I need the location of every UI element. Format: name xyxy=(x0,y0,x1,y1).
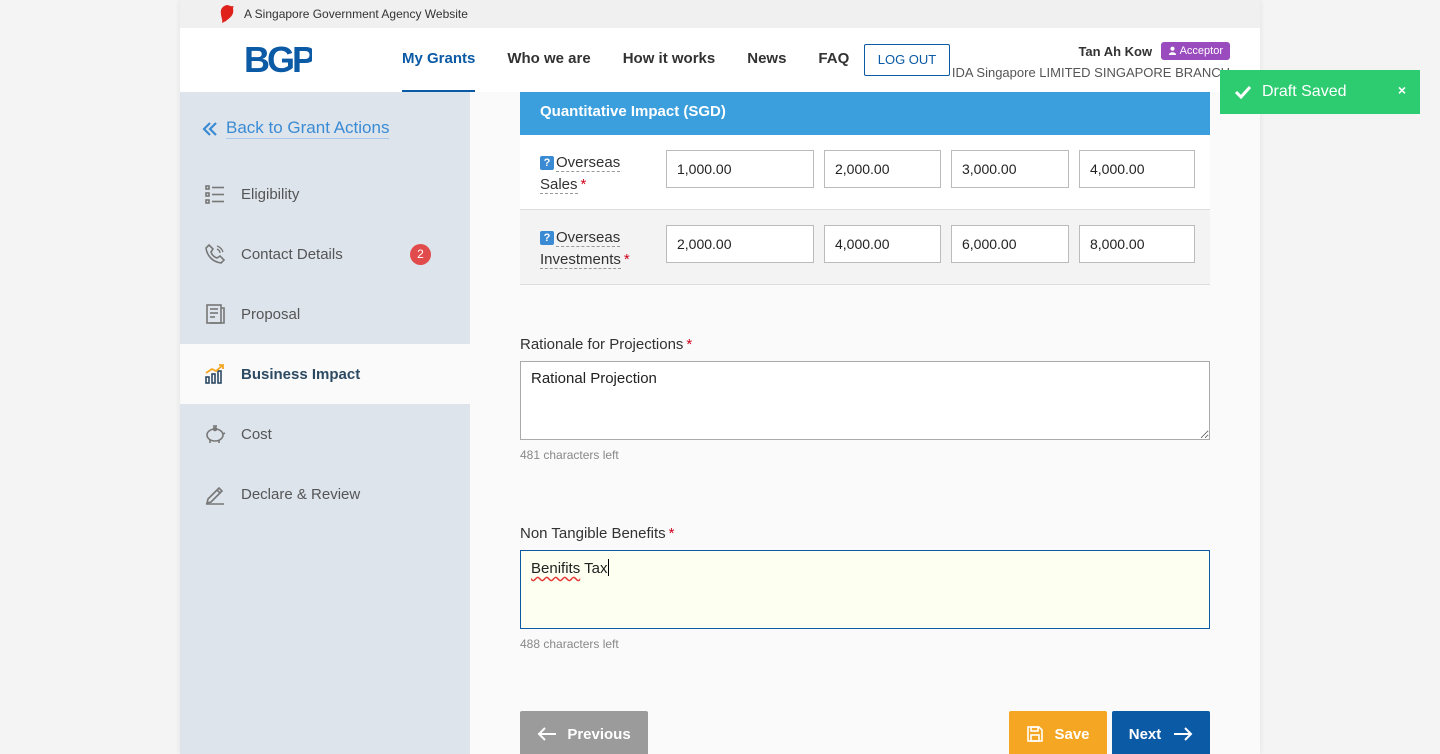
site-header: BGP My Grants Who we are How it works Ne… xyxy=(180,28,1260,92)
pen-icon xyxy=(205,486,224,505)
table-row-overseas-investments: ? Overseas Investments * xyxy=(520,210,1210,285)
main-nav: My Grants Who we are How it works News F… xyxy=(402,28,881,92)
double-chevron-left-icon xyxy=(202,121,217,136)
overseas-sales-year1-input[interactable] xyxy=(666,150,814,188)
sidebar-item-eligibility[interactable]: Eligibility xyxy=(180,164,470,224)
user-info: Tan Ah Kow Acceptor IDA Singapore LIMITE… xyxy=(940,42,1230,80)
non-tangible-label-text: Non Tangible Benefits xyxy=(520,525,666,542)
user-name: Tan Ah Kow xyxy=(1078,43,1153,59)
chart-icon xyxy=(205,364,224,384)
page-container: A Singapore Government Agency Website BG… xyxy=(180,0,1260,754)
sidebar-item-label: Business Impact xyxy=(241,365,361,383)
required-asterisk: * xyxy=(623,251,630,268)
overseas-investments-year3-input[interactable] xyxy=(951,225,1069,263)
sidebar-item-label: Contact Details xyxy=(241,245,343,263)
overseas-sales-year3-input[interactable] xyxy=(951,150,1069,188)
row-label-line1: Overseas xyxy=(556,154,621,172)
organisation-name: IDA Singapore LIMITED SINGAPORE BRANCH xyxy=(951,65,1230,81)
row-label: ? Overseas Investments * xyxy=(540,227,640,271)
sidebar-item-proposal[interactable]: Proposal xyxy=(180,284,470,344)
rationale-char-count: 481 characters left xyxy=(520,448,619,462)
back-link-label: Back to Grant Actions xyxy=(226,118,390,139)
phone-icon xyxy=(205,243,226,264)
help-icon[interactable]: ? xyxy=(540,156,554,170)
quantitative-impact-header: Quantitative Impact (SGD) xyxy=(520,92,1210,135)
role-badge: Acceptor xyxy=(1160,42,1230,60)
nav-news[interactable]: News xyxy=(747,28,786,92)
government-banner: A Singapore Government Agency Website xyxy=(180,0,1260,28)
rationale-label-text: Rationale for Projections xyxy=(520,336,684,353)
help-icon[interactable]: ? xyxy=(540,231,554,245)
required-asterisk: * xyxy=(686,336,693,353)
sidebar-item-cost[interactable]: Cost xyxy=(180,404,470,464)
textarea-text: Tax xyxy=(580,560,608,577)
row-label-line2: Sales xyxy=(540,176,578,194)
overseas-investments-year4-input[interactable] xyxy=(1079,225,1195,263)
piggy-bank-icon xyxy=(206,425,226,443)
list-icon xyxy=(205,185,224,204)
sidebar-item-label: Declare & Review xyxy=(241,485,361,503)
svg-text:BGP: BGP xyxy=(244,40,312,78)
overseas-sales-year2-input[interactable] xyxy=(824,150,941,188)
user-icon xyxy=(1168,46,1176,55)
sidebar-item-label: Proposal xyxy=(241,305,301,323)
rationale-label: Rationale for Projections * xyxy=(520,336,692,353)
overseas-investments-year2-input[interactable] xyxy=(824,225,941,263)
arrow-right-icon xyxy=(1174,727,1193,741)
sidebar-item-business-impact[interactable]: Business Impact xyxy=(180,344,470,404)
required-asterisk: * xyxy=(580,176,587,193)
bgp-logo[interactable]: BGP xyxy=(244,40,312,78)
arrow-left-icon xyxy=(537,727,557,741)
previous-button-label: Previous xyxy=(567,725,631,743)
sidebar: Back to Grant Actions Eligibility Contac… xyxy=(180,92,470,754)
document-icon xyxy=(206,304,225,324)
required-asterisk: * xyxy=(668,525,675,542)
main-content: Quantitative Impact (SGD) ? Overseas Sale… xyxy=(520,92,1210,754)
non-tangible-char-count: 488 characters left xyxy=(520,637,619,651)
save-button[interactable]: Save xyxy=(1009,711,1107,754)
overseas-sales-year4-input[interactable] xyxy=(1079,150,1195,188)
sidebar-item-contact-details[interactable]: Contact Details 2 xyxy=(180,224,470,284)
non-tangible-textarea[interactable]: Benifits Tax xyxy=(520,550,1210,629)
sidebar-item-declare-review[interactable]: Declare & Review xyxy=(180,464,470,524)
table-row-overseas-sales: ? Overseas Sales * xyxy=(520,135,1210,210)
logout-button[interactable]: LOG OUT xyxy=(864,44,950,76)
next-button[interactable]: Next xyxy=(1112,711,1210,754)
non-tangible-label: Non Tangible Benefits * xyxy=(520,525,675,542)
previous-button[interactable]: Previous xyxy=(520,711,648,754)
next-button-label: Next xyxy=(1128,725,1162,743)
sidebar-item-label: Cost xyxy=(241,425,272,443)
notification-badge: 2 xyxy=(410,244,431,265)
sidebar-item-label: Eligibility xyxy=(241,185,300,203)
toast-message: Draft Saved xyxy=(1262,83,1347,100)
text-cursor xyxy=(608,559,610,576)
government-banner-text: A Singapore Government Agency Website xyxy=(244,7,468,21)
checkmark-icon xyxy=(1234,85,1252,99)
close-icon[interactable]: × xyxy=(1398,82,1406,98)
role-badge-label: Acceptor xyxy=(1179,45,1223,57)
nav-who-we-are[interactable]: Who we are xyxy=(507,28,590,92)
floppy-disk-icon xyxy=(1027,726,1044,742)
nav-how-it-works[interactable]: How it works xyxy=(623,28,716,92)
rationale-textarea[interactable]: Rational Projection xyxy=(520,361,1210,440)
back-to-grant-actions-link[interactable]: Back to Grant Actions xyxy=(202,118,390,139)
row-label: ? Overseas Sales * xyxy=(540,152,640,196)
draft-saved-toast: Draft Saved × xyxy=(1220,70,1420,114)
nav-faq[interactable]: FAQ xyxy=(818,28,849,92)
nav-my-grants[interactable]: My Grants xyxy=(402,28,476,92)
lion-head-icon xyxy=(220,5,234,23)
save-button-label: Save xyxy=(1054,725,1090,743)
misspelled-word: Benifits xyxy=(531,560,581,577)
overseas-investments-year1-input[interactable] xyxy=(666,225,814,263)
row-label-line1: Overseas xyxy=(556,229,621,247)
row-label-line2: Investments xyxy=(540,251,621,269)
